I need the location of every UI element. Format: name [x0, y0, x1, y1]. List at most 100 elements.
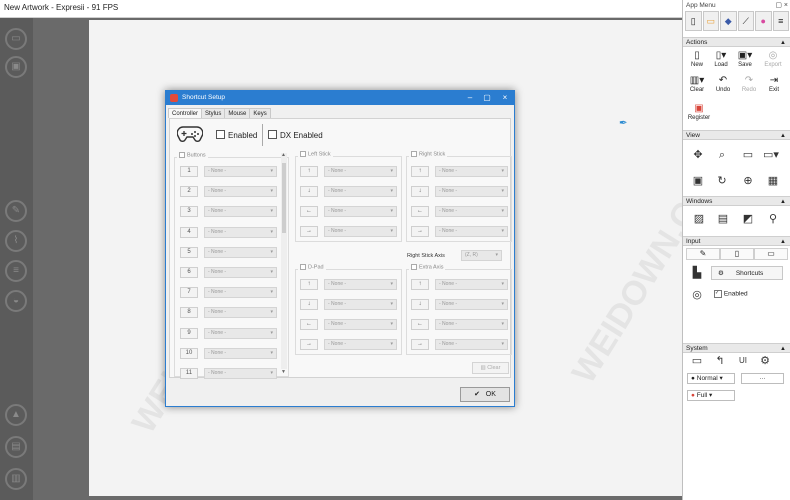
- view-section-header[interactable]: View ▲: [683, 130, 790, 140]
- undo-button[interactable]: ↶ Undo: [711, 75, 735, 93]
- right-stick-axis-select[interactable]: (Z, R) ▾: [461, 250, 502, 261]
- dpad-mapping-select[interactable]: - None - ▾: [324, 319, 397, 330]
- left-stick-mapping-select[interactable]: - None - ▾: [324, 226, 397, 237]
- layers-icon[interactable]: ▤: [5, 436, 27, 458]
- exit-button[interactable]: ⇥ Exit: [762, 75, 786, 93]
- new-button[interactable]: ▯ New: [685, 50, 709, 68]
- fit-screen-icon[interactable]: ▭: [740, 148, 756, 162]
- dpad-key-4[interactable]: →: [300, 339, 318, 350]
- blend-mode-select[interactable]: ● Normal ▾: [687, 373, 735, 384]
- dpad-label[interactable]: D-Pad: [298, 264, 326, 271]
- right-stick-key-2[interactable]: ↓: [411, 186, 429, 197]
- button-key-4[interactable]: 4: [180, 226, 198, 238]
- right-stick-mapping-select[interactable]: - None - ▾: [435, 186, 508, 197]
- pan-icon[interactable]: ✥: [690, 148, 706, 162]
- extra-axis-key-4[interactable]: →: [411, 339, 429, 350]
- left-stick-mapping-select[interactable]: - None - ▾: [324, 166, 397, 177]
- left-stick-key-2[interactable]: ↓: [300, 186, 318, 197]
- brush-icon[interactable]: ⌇: [5, 230, 27, 252]
- button-key-7[interactable]: 7: [180, 287, 198, 299]
- button-key-1[interactable]: 1: [180, 166, 198, 177]
- input-section-header[interactable]: Input ▲: [683, 236, 790, 246]
- maximize-icon[interactable]: ▢: [480, 91, 494, 105]
- button-key-2[interactable]: 2: [180, 186, 198, 198]
- extra-axis-mapping-select[interactable]: - None - ▾: [435, 279, 508, 290]
- button-mapping-select[interactable]: - None - ▾: [204, 327, 277, 339]
- trash-icon[interactable]: ▥: [5, 468, 27, 490]
- dx-enabled-checkbox[interactable]: DX Enabled: [268, 130, 323, 140]
- brush-icon[interactable]: ⟋: [737, 11, 754, 31]
- menu-icon[interactable]: ≡: [772, 11, 789, 31]
- scroll-down-icon[interactable]: ▼: [281, 369, 286, 375]
- panel-restore-icon[interactable]: ▢ ×: [775, 1, 788, 9]
- button-key-9[interactable]: 9: [180, 327, 198, 339]
- scroll-up-icon[interactable]: ▲: [281, 152, 286, 158]
- dpad-key-2[interactable]: ↓: [300, 299, 318, 310]
- input-tablet-tab[interactable]: ▯: [720, 248, 754, 260]
- extra-axis-mapping-select[interactable]: - None - ▾: [435, 319, 508, 330]
- button-mapping-select[interactable]: - None - ▾: [204, 307, 277, 319]
- dpad-mapping-select[interactable]: - None - ▾: [324, 299, 397, 310]
- right-stick-mapping-select[interactable]: - None - ▾: [435, 206, 508, 217]
- minimize-icon[interactable]: –: [463, 91, 477, 105]
- buttons-group-label[interactable]: Buttons: [177, 152, 208, 159]
- tab-controller[interactable]: Controller: [168, 108, 203, 118]
- save-icon[interactable]: ▣: [5, 56, 27, 78]
- dpad-key-1[interactable]: ↑: [300, 279, 318, 290]
- grid-icon[interactable]: ▦: [765, 174, 781, 188]
- left-stick-key-4[interactable]: →: [300, 226, 318, 237]
- clear-button[interactable]: ▥▾ Clear: [685, 75, 709, 93]
- scrollbar-thumb[interactable]: [282, 163, 286, 233]
- extra-axis-key-1[interactable]: ↑: [411, 279, 429, 290]
- button-mapping-select[interactable]: - None - ▾: [204, 267, 277, 278]
- smudge-icon[interactable]: ≡: [5, 260, 27, 282]
- gradient-icon[interactable]: ◩: [740, 212, 756, 226]
- redo-button[interactable]: ↷ Redo: [737, 75, 761, 93]
- input-enabled-checkbox[interactable]: ✓ Enabled: [714, 290, 748, 298]
- layers-icon[interactable]: ◆: [720, 11, 737, 31]
- monitor-icon[interactable]: ▭▾: [763, 148, 779, 162]
- size-select[interactable]: ● Full ▾: [687, 390, 735, 401]
- button-mapping-select[interactable]: - None - ▾: [204, 368, 277, 379]
- settings-icon[interactable]: ⚙: [757, 354, 773, 368]
- left-stick-label[interactable]: Left Stick: [298, 151, 333, 158]
- dpad-key-3[interactable]: ←: [300, 319, 318, 330]
- button-key-6[interactable]: 6: [180, 267, 198, 278]
- display-icon[interactable]: ▭: [689, 354, 705, 368]
- extra-axis-key-3[interactable]: ←: [411, 319, 429, 330]
- close-icon[interactable]: ×: [498, 91, 512, 105]
- button-mapping-select[interactable]: - None - ▾: [204, 206, 277, 218]
- buttons-scrollbar[interactable]: [281, 153, 287, 369]
- extra-axis-mapping-select[interactable]: - None - ▾: [435, 339, 508, 350]
- button-mapping-select[interactable]: - None - ▾: [204, 186, 277, 198]
- system-section-header[interactable]: System ▲: [683, 343, 790, 353]
- page-icon[interactable]: ▯: [685, 11, 702, 31]
- folder-icon[interactable]: ▭: [5, 28, 27, 50]
- export-button[interactable]: ◎ Export: [761, 50, 785, 68]
- ok-button[interactable]: ✔ OK: [460, 387, 510, 402]
- dpad-mapping-select[interactable]: - None - ▾: [324, 279, 397, 290]
- button-mapping-select[interactable]: - None - ▾: [204, 166, 277, 177]
- list-window-icon[interactable]: ▤: [715, 212, 731, 226]
- button-mapping-select[interactable]: - None - ▾: [204, 226, 277, 238]
- center-icon[interactable]: ⊕: [740, 174, 756, 188]
- button-mapping-select[interactable]: - None - ▾: [204, 287, 277, 299]
- shortcuts-button[interactable]: ⚙ Shortcuts: [711, 266, 783, 280]
- tab-mouse[interactable]: Mouse: [224, 108, 251, 118]
- navigate-icon[interactable]: ▲: [5, 404, 27, 426]
- ui-icon[interactable]: UI: [735, 354, 751, 368]
- button-key-11[interactable]: 11: [180, 368, 198, 379]
- back-icon[interactable]: ↰: [712, 354, 728, 368]
- left-stick-mapping-select[interactable]: - None - ▾: [324, 186, 397, 197]
- zoom-icon[interactable]: ⌕: [714, 148, 730, 162]
- controller-enabled-checkbox[interactable]: Enabled: [216, 130, 257, 140]
- input-stylus-tab[interactable]: ✎: [686, 248, 720, 260]
- left-stick-key-1[interactable]: ↑: [300, 166, 318, 177]
- button-mapping-select[interactable]: - None - ▾: [204, 347, 277, 359]
- right-stick-key-3[interactable]: ←: [411, 206, 429, 217]
- extra-axis-label[interactable]: Extra Axis: [409, 264, 446, 271]
- extra-axis-key-2[interactable]: ↓: [411, 299, 429, 310]
- clear-button[interactable]: ▥ Clear: [472, 362, 509, 374]
- actions-section-header[interactable]: Actions ▲: [683, 37, 790, 47]
- pen-icon[interactable]: ✎: [5, 200, 27, 222]
